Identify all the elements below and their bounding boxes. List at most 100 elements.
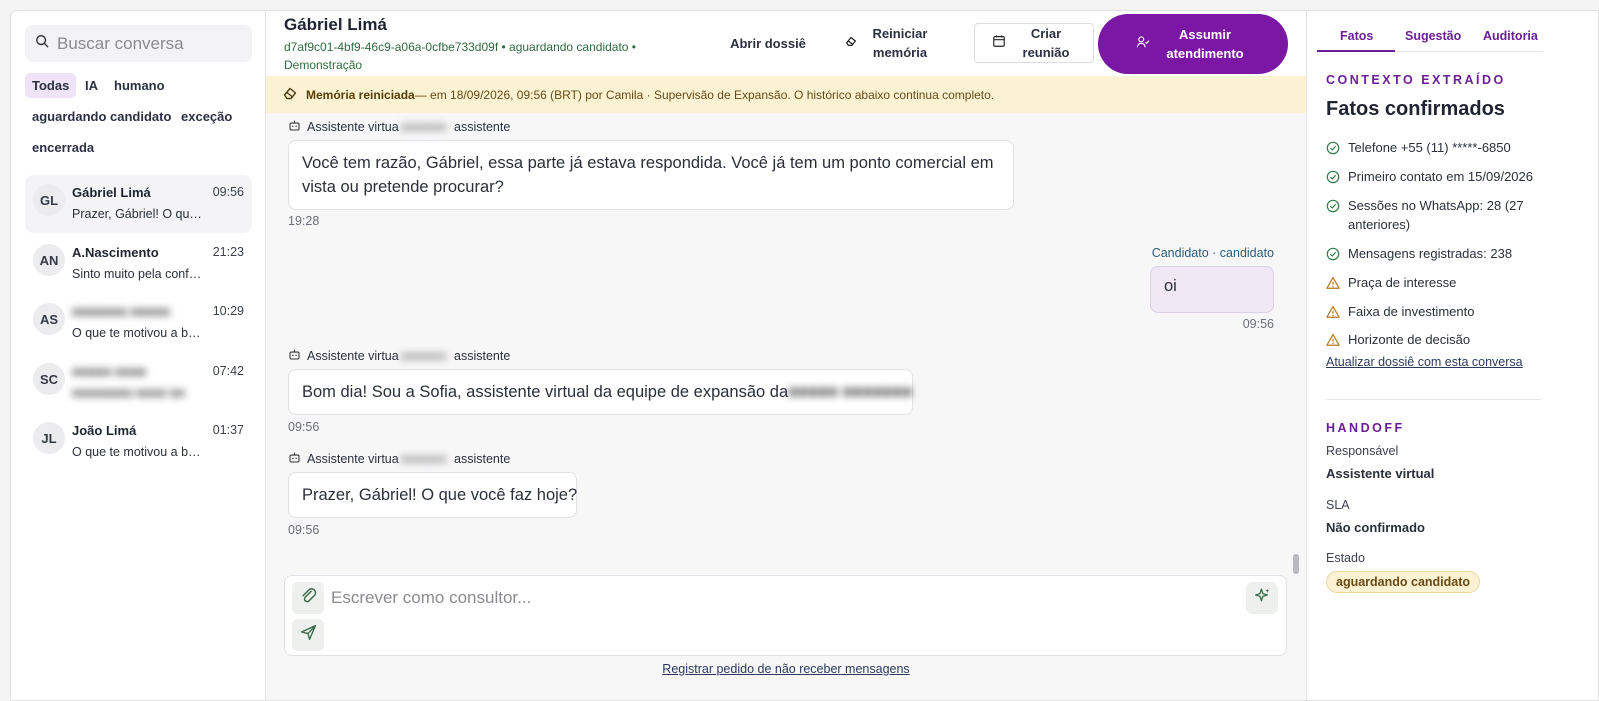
chat-header: Gábriel Limá d7af9c01-4bf9-46c9-a06a-0cf… xyxy=(266,11,1306,76)
ai-suggest-button[interactable] xyxy=(1246,582,1278,614)
chat-pane: Gábriel Limá d7af9c01-4bf9-46c9-a06a-0cf… xyxy=(266,11,1306,700)
conversation-name-redacted: ■■■■■■■ ■■■■■ xyxy=(72,304,170,319)
sla-value: Não confirmado xyxy=(1326,520,1425,535)
redacted-text: ■■■■■■ xyxy=(400,452,447,466)
conversation-item[interactable]: GL Gábriel Limá 09:56 Prazer, Gábriel! O… xyxy=(25,175,252,233)
message-time: 09:56 xyxy=(288,420,320,434)
tab-fatos[interactable]: Fatos xyxy=(1340,29,1373,43)
fact-item: Sessões no WhatsApp: 28 (27 anteriores) xyxy=(1326,196,1556,234)
take-over-label: Assumir atendimento xyxy=(1166,27,1244,61)
redacted-text: ■■■■■■ xyxy=(400,120,447,134)
contact-meta: d7af9c01-4bf9-46c9-a06a-0cfbe733d09f • a… xyxy=(284,40,637,72)
conversation-name: A.Nascimento xyxy=(72,245,159,260)
handoff-section-label: HANDOFF xyxy=(1326,421,1405,435)
message-bubble: Bom dia! Sou a Sofia, assistente virtual… xyxy=(288,369,913,415)
filter-ia[interactable]: IA xyxy=(78,73,105,98)
avatar: AS xyxy=(33,303,65,335)
search-icon xyxy=(35,34,49,53)
filter-excecao[interactable]: exceção xyxy=(174,104,239,129)
conversation-preview: O que te motivou a buscar uma franquia? xyxy=(72,445,205,459)
search-box[interactable] xyxy=(25,25,252,62)
robot-icon xyxy=(288,451,307,467)
scrollbar-thumb[interactable] xyxy=(1293,554,1299,574)
warning-icon xyxy=(1326,302,1348,324)
sender-role: assistente xyxy=(454,120,511,134)
conversation-preview: O que te motivou a buscar uma franquia? xyxy=(72,326,205,340)
fact-text: Faixa de investimento xyxy=(1348,304,1475,319)
avatar: AN xyxy=(33,244,65,276)
update-dossier-link[interactable]: Atualizar dossiê com esta conversa xyxy=(1326,355,1523,369)
check-circle-icon xyxy=(1326,196,1348,218)
send-button[interactable] xyxy=(292,619,324,651)
conversation-time: 01:37 xyxy=(212,423,244,437)
conversation-time: 09:56 xyxy=(212,185,244,199)
message-time: 09:56 xyxy=(288,523,320,537)
check-circle-icon xyxy=(1326,244,1348,266)
conversation-time: 10:29 xyxy=(212,304,244,318)
redacted-text: ■■■■■■ xyxy=(400,349,447,363)
avatar: GL xyxy=(33,184,65,216)
conversation-name: Gábriel Limá xyxy=(72,185,151,200)
send-icon xyxy=(300,624,317,646)
responsible-label: Responsável xyxy=(1326,444,1399,458)
search-input[interactable] xyxy=(57,33,247,54)
conversation-time: 07:42 xyxy=(212,364,244,378)
conversation-preview: Prazer, Gábriel! O que você faz hoje? xyxy=(72,207,205,221)
message-bubble: Prazer, Gábriel! O que você faz hoje? xyxy=(288,472,577,518)
reset-memory-button[interactable]: Reiniciar memória xyxy=(832,23,944,63)
active-tab-indicator xyxy=(1317,50,1395,52)
sender-prefix: Assistente virtua xyxy=(307,120,399,134)
fact-text: Telefone +55 (11) *****-6850 xyxy=(1348,140,1511,155)
sender-role: assistente xyxy=(454,452,511,466)
fact-text: Mensagens registradas: 238 xyxy=(1348,246,1513,261)
fact-item: Telefone +55 (11) *****-6850 xyxy=(1326,138,1556,160)
fact-item: Mensagens registradas: 238 xyxy=(1326,244,1556,266)
attach-button[interactable] xyxy=(292,582,324,614)
message-list: Assistente virtua ■■■■■■ assistente Você… xyxy=(266,113,1298,575)
sparkles-icon xyxy=(1254,587,1271,609)
message-sender: Candidato · candidato xyxy=(1151,246,1274,260)
state-label: Estado xyxy=(1326,551,1365,565)
opt-out-link[interactable]: Registrar pedido de não receber mensagen… xyxy=(266,662,1306,676)
app-window: Todas IA humano aguardando candidato exc… xyxy=(10,10,1599,701)
conversation-item[interactable]: SC ■■■■■ ■■■■ 07:42 ■■■■■■■■ ■■■■ ■■ xyxy=(25,354,252,412)
take-over-button[interactable]: Assumir atendimento xyxy=(1098,14,1288,74)
create-meeting-label: Criar reunião xyxy=(1022,26,1070,60)
user-check-icon xyxy=(1136,35,1160,54)
check-circle-icon xyxy=(1326,138,1348,160)
conversation-name: João Limá xyxy=(72,423,137,438)
check-circle-icon xyxy=(1326,167,1348,189)
memory-reset-banner: Memória reiniciada — em 18/09/2026, 09:5… xyxy=(266,76,1306,113)
divider xyxy=(1326,399,1541,400)
conversation-sidebar: Todas IA humano aguardando candidato exc… xyxy=(11,11,266,700)
eraser-icon xyxy=(844,34,868,53)
tab-sugestao[interactable]: Sugestão xyxy=(1405,29,1461,43)
avatar: SC xyxy=(33,363,65,395)
filter-humano[interactable]: humano xyxy=(107,73,172,98)
status-badge: aguardando candidato xyxy=(1326,571,1481,593)
fact-text: Primeiro contato em 15/09/2026 xyxy=(1348,169,1533,184)
conversation-item[interactable]: JL João Limá 01:37 O que te motivou a bu… xyxy=(25,413,252,471)
redacted-text: ■■■■■ ■■■■■■■ xyxy=(788,383,913,401)
create-meeting-button[interactable]: Criar reunião xyxy=(974,23,1094,63)
robot-icon xyxy=(288,119,307,135)
filter-encerrada[interactable]: encerrada xyxy=(25,135,101,160)
conversation-preview: Sinto muito pela confusão xyxy=(72,267,205,281)
filter-todas[interactable]: Todas xyxy=(25,73,77,98)
message-bubble: Você tem razão, Gábriel, essa parte já e… xyxy=(288,140,1014,210)
tab-auditoria[interactable]: Auditoria xyxy=(1483,29,1538,43)
message-bubble-outgoing: oi xyxy=(1150,266,1274,313)
fact-text: Praça de interesse xyxy=(1348,275,1457,290)
fact-text: Sessões no WhatsApp: 28 (27 anteriores) xyxy=(1348,198,1524,232)
message-time: 19:28 xyxy=(288,214,320,228)
message-input[interactable] xyxy=(331,586,1231,610)
open-dossier-label: Abrir dossiê xyxy=(730,35,806,51)
message-sender: Assistente virtua ■■■■■■ assistente xyxy=(288,451,510,467)
open-dossier-button[interactable]: Abrir dossiê xyxy=(728,23,808,63)
reset-memory-label: Reiniciar memória xyxy=(872,26,928,60)
conversation-item[interactable]: AN A.Nascimento 21:23 Sinto muito pela c… xyxy=(25,235,252,293)
conversation-item[interactable]: AS ■■■■■■■ ■■■■■ 10:29 O que te motivou … xyxy=(25,294,252,352)
conversation-name-redacted: ■■■■■ ■■■■ xyxy=(72,364,147,379)
filter-aguardando[interactable]: aguardando candidato xyxy=(25,104,178,129)
context-section-label: CONTEXTO EXTRAÍDO xyxy=(1326,73,1506,87)
